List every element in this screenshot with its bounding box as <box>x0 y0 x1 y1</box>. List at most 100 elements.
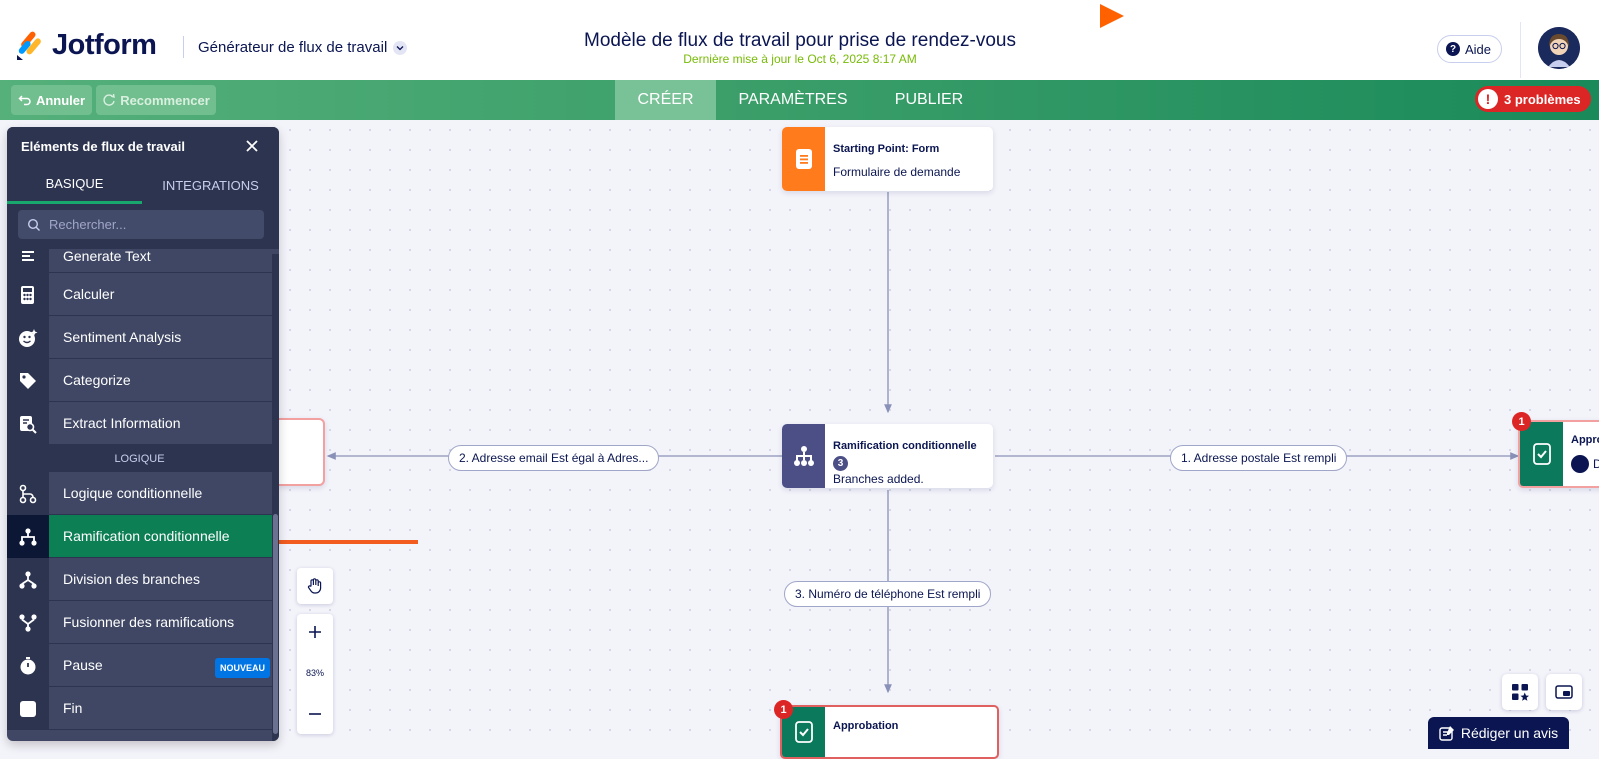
panel-header: Eléments de flux de travail <box>7 127 279 166</box>
node-title: Ramification conditionnelle <box>833 440 977 452</box>
list-item-label: Calculer <box>49 273 272 316</box>
workflow-title[interactable]: Modèle de flux de travail pour prise de … <box>500 30 1100 52</box>
redo-label: Recommencer <box>120 92 210 108</box>
search-icon <box>27 218 40 231</box>
node-title: Approbation <box>833 720 899 732</box>
list-item-categorize[interactable]: Categorize <box>7 359 272 402</box>
form-icon <box>782 127 825 191</box>
list-item-merge-branches[interactable]: Fusionner des ramifications <box>7 601 272 644</box>
minus-icon <box>309 713 321 715</box>
approval-node-right[interactable]: Appro D <box>1518 420 1599 488</box>
list-item-label: Generate Text <box>49 249 272 273</box>
list-item-label: Categorize <box>49 359 272 402</box>
approval-node-bottom[interactable]: Approbation <box>780 705 999 759</box>
list-item-end[interactable]: Fin <box>7 687 272 730</box>
close-icon[interactable] <box>245 139 259 153</box>
conditional-branch-icon <box>782 424 825 488</box>
minimap-button[interactable] <box>1546 674 1582 710</box>
group-header-logic: LOGIQUE <box>7 445 272 472</box>
list-item-extract-information[interactable]: Extract Information <box>7 402 272 445</box>
edge-label-branch-3[interactable]: 3. Numéro de téléphone Est rempli <box>784 581 992 607</box>
play-icon[interactable] <box>1098 2 1126 30</box>
assignee-avatar <box>1571 455 1589 473</box>
list-item-sentiment-analysis[interactable]: Sentiment Analysis <box>7 316 272 359</box>
list-item-pause[interactable]: Pause NOUVEAU <box>7 644 272 687</box>
conditional-logic-icon <box>7 472 49 515</box>
panel-title: Eléments de flux de travail <box>21 139 186 154</box>
sentiment-icon <box>7 316 49 359</box>
jotform-logo[interactable]: Jotform <box>16 29 157 62</box>
undo-icon <box>18 95 31 106</box>
tab-basic[interactable]: BASIQUE <box>7 166 142 204</box>
review-icon <box>1439 726 1454 741</box>
list-item-conditional-branching[interactable]: Ramification conditionnelle <box>7 515 272 558</box>
left-branch-node[interactable] <box>278 418 325 486</box>
new-badge: NOUVEAU <box>214 658 270 678</box>
user-avatar[interactable] <box>1538 27 1580 69</box>
edge-label-branch-2[interactable]: 2. Adresse email Est égal à Adres... <box>448 445 660 471</box>
undo-button[interactable]: Annuler <box>11 85 92 115</box>
last-updated-text: Dernière mise à jour le Oct 6, 2025 8:17… <box>683 52 917 66</box>
tab-publish[interactable]: PUBLIER <box>888 80 970 120</box>
merge-branches-icon <box>7 601 49 644</box>
list-item-label: Ramification conditionnelle <box>49 515 272 558</box>
list-item-label: Division des branches <box>49 558 272 601</box>
apps-button[interactable] <box>1502 674 1538 710</box>
end-icon <box>7 687 49 730</box>
node-title: Appro <box>1571 434 1599 446</box>
list-item-label: Extract Information <box>49 402 272 445</box>
list-item-split-branches[interactable]: Division des branches <box>7 558 272 601</box>
hand-icon <box>307 578 322 594</box>
header-divider-right <box>1520 22 1521 78</box>
problems-badge[interactable]: ! 3 problèmes <box>1475 86 1591 112</box>
stopwatch-icon <box>7 644 49 687</box>
tab-settings[interactable]: PARAMÈTRES <box>728 80 858 120</box>
categorize-icon <box>7 359 49 402</box>
generate-text-icon <box>7 249 49 273</box>
conditional-branch-icon <box>7 515 49 558</box>
problems-label: 3 problèmes <box>1504 91 1581 107</box>
extract-icon <box>7 402 49 445</box>
search-box <box>18 210 264 239</box>
start-node-form[interactable]: Starting Point: Form Formulaire de deman… <box>782 127 993 191</box>
list-item-label: Fin <box>49 687 272 730</box>
list-item-label-wrap: Pause NOUVEAU <box>49 644 272 687</box>
list-item-label: Pause <box>63 657 103 673</box>
app-header: Jotform Générateur de flux de travail Mo… <box>0 0 1599 80</box>
calculator-icon <box>7 273 49 316</box>
pan-tool-button[interactable] <box>297 568 333 604</box>
panel-scrollbar[interactable] <box>272 254 279 741</box>
tab-integrations[interactable]: INTEGRATIONS <box>142 166 279 204</box>
help-button[interactable]: ? Aide <box>1437 35 1503 63</box>
assignee-initial: D <box>1593 457 1599 471</box>
zoom-in-button[interactable] <box>297 614 333 650</box>
jotform-logo-icon <box>17 31 41 60</box>
alert-icon: ! <box>1478 89 1498 109</box>
approval-icon <box>1520 422 1563 486</box>
review-label: Rédiger un avis <box>1460 725 1559 741</box>
brand-name: Jotform <box>52 29 157 61</box>
workflow-elements-panel: Eléments de flux de travail BASIQUE INTE… <box>7 127 279 741</box>
chevron-down-icon <box>393 40 408 55</box>
apps-star-icon <box>1512 684 1529 701</box>
list-item-calculate[interactable]: Calculer <box>7 273 272 316</box>
tab-create[interactable]: CRÉER <box>615 80 716 120</box>
node-title: Starting Point: Form <box>833 143 940 155</box>
error-count-badge: 1 <box>1512 412 1531 431</box>
header-divider <box>183 36 184 58</box>
list-item-label: Sentiment Analysis <box>49 316 272 359</box>
minimap-icon <box>1555 685 1573 699</box>
list-item-generate-text[interactable]: Generate Text <box>7 249 272 273</box>
error-count-badge: 1 <box>774 700 793 719</box>
redo-button[interactable]: Recommencer <box>96 85 216 115</box>
write-review-button[interactable]: Rédiger un avis <box>1428 717 1569 749</box>
builder-toolbar: Annuler Recommencer CRÉER PARAMÈTRES PUB… <box>0 80 1599 120</box>
panel-tabs: BASIQUE INTEGRATIONS <box>7 166 279 204</box>
conditional-branch-node[interactable]: Ramification conditionnelle 3 Branches a… <box>782 424 993 488</box>
zoom-out-button[interactable] <box>297 696 333 732</box>
app-switcher[interactable]: Générateur de flux de travail <box>198 39 408 56</box>
scrollbar-thumb[interactable] <box>273 514 278 734</box>
list-item-conditional-logic[interactable]: Logique conditionnelle <box>7 472 272 515</box>
search-input[interactable] <box>47 216 251 233</box>
edge-label-branch-1[interactable]: 1. Adresse postale Est rempli <box>1170 445 1348 471</box>
